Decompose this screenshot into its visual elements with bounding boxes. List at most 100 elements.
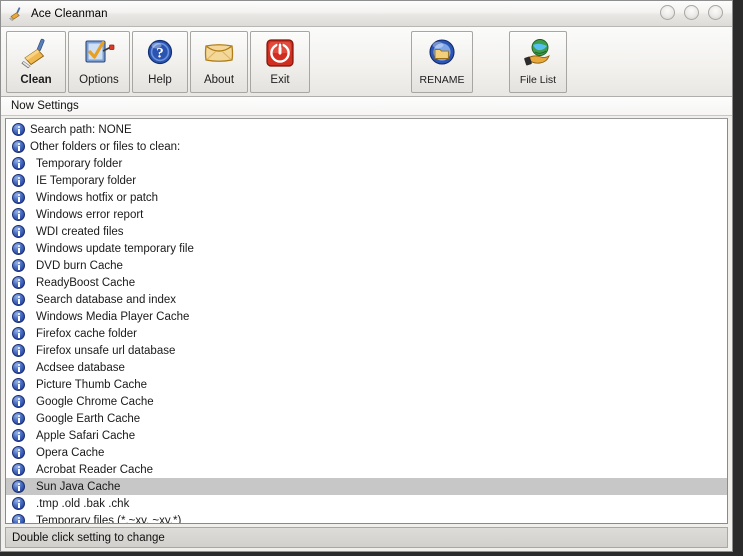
desktop-background-bottom [0,552,743,556]
list-item-label: Google Earth Cache [36,412,141,425]
broom-icon [19,37,53,71]
section-header-label: Now Settings [11,100,79,112]
svg-text:?: ? [156,46,164,62]
info-icon [12,225,25,238]
info-icon [12,395,25,408]
options-button-label: Options [79,74,119,86]
list-item-label: Firefox unsafe url database [36,344,176,357]
list-item[interactable]: Temporary folder [6,155,727,172]
window-title: Ace Cleanman [31,7,108,20]
list-item[interactable]: Windows Media Player Cache [6,308,727,325]
toolbar: Clean Options ? Help About Exit RENAME F… [1,27,732,97]
list-item-label: Windows error report [36,208,144,221]
about-button-label: About [203,74,235,86]
envelope-icon [202,37,236,71]
list-item-label: Search path: NONE [30,123,132,136]
info-icon [12,123,25,136]
app-broom-icon [8,6,24,22]
info-icon [12,157,25,170]
list-item-label: ReadyBoost Cache [36,276,136,289]
list-item[interactable]: Google Chrome Cache [6,393,727,410]
list-item[interactable]: Other folders or files to clean: [6,138,727,155]
info-icon [12,310,25,323]
close-button[interactable] [708,5,723,20]
list-item[interactable]: Acdsee database [6,359,727,376]
list-item[interactable]: Search path: NONE [6,121,727,138]
list-item[interactable]: Temporary files (*.~xy, ~xy.*) [6,512,727,524]
info-icon [12,412,25,425]
list-item-label: Windows update temporary file [36,242,194,255]
list-item[interactable]: Picture Thumb Cache [6,376,727,393]
list-item[interactable]: WDI created files [6,223,727,240]
list-item[interactable]: Windows update temporary file [6,240,727,257]
folder-ring-icon [425,37,459,71]
info-icon [12,497,25,510]
exit-button[interactable]: Exit [250,31,310,93]
file-list-button[interactable]: File List [509,31,567,93]
file-list-button-label: File List [519,74,557,86]
info-icon [12,344,25,357]
status-bar-text: Double click setting to change [12,531,165,544]
list-item-label: Temporary folder [36,157,123,170]
list-item[interactable]: Windows error report [6,206,727,223]
application-window: Ace Cleanman Clean Options ? Help About … [0,0,733,552]
list-item-label: WDI created files [36,225,124,238]
list-item[interactable]: .tmp .old .bak .chk [6,495,727,512]
help-button-label: Help [148,74,172,86]
list-item-label: Opera Cache [36,446,105,459]
list-item-label: Picture Thumb Cache [36,378,148,391]
list-item[interactable]: Search database and index [6,291,727,308]
info-icon [12,378,25,391]
list-item[interactable]: Google Earth Cache [6,410,727,427]
settings-list: Search path: NONE Other folders or files … [6,119,727,524]
options-button[interactable]: Options [68,31,130,93]
list-item-label: Windows Media Player Cache [36,310,190,323]
window-controls [660,5,723,20]
list-item-label: Sun Java Cache [36,480,121,493]
list-item-label: Windows hotfix or patch [36,191,159,204]
list-item[interactable]: DVD burn Cache [6,257,727,274]
list-item-label: Temporary files (*.~xy, ~xy.*) [36,514,182,524]
info-icon [12,480,25,493]
list-item-label: Apple Safari Cache [36,429,136,442]
info-icon [12,242,25,255]
info-icon [12,429,25,442]
info-icon [12,191,25,204]
list-item[interactable]: IE Temporary folder [6,172,727,189]
checklist-icon [82,37,116,71]
status-bar: Double click setting to change [5,527,728,548]
info-icon [12,514,25,523]
list-item-label: DVD burn Cache [36,259,123,272]
info-icon [12,446,25,459]
list-item-label: Google Chrome Cache [36,395,154,408]
info-icon [12,140,25,153]
list-item[interactable]: Windows hotfix or patch [6,189,727,206]
list-item[interactable]: Opera Cache [6,444,727,461]
list-item[interactable]: ReadyBoost Cache [6,274,727,291]
list-item-label: IE Temporary folder [36,174,137,187]
list-item-label: .tmp .old .bak .chk [36,497,130,510]
settings-list-panel[interactable]: Search path: NONE Other folders or files … [5,118,728,524]
info-icon [12,259,25,272]
minimize-button[interactable] [660,5,675,20]
info-icon [12,327,25,340]
list-item-label: Other folders or files to clean: [30,140,181,153]
list-item[interactable]: Acrobat Reader Cache [6,461,727,478]
clean-button[interactable]: Clean [6,31,66,93]
list-item[interactable]: Firefox cache folder [6,325,727,342]
info-icon [12,463,25,476]
section-header: Now Settings [1,97,732,116]
title-bar: Ace Cleanman [1,1,732,27]
power-icon [263,37,297,71]
maximize-button[interactable] [684,5,699,20]
desktop-background-right [733,0,743,556]
list-item[interactable]: Apple Safari Cache [6,427,727,444]
about-button[interactable]: About [190,31,248,93]
info-icon [12,276,25,289]
list-item[interactable]: Sun Java Cache [6,478,727,495]
help-button[interactable]: ? Help [132,31,188,93]
info-icon [12,293,25,306]
exit-button-label: Exit [270,74,290,86]
rename-button[interactable]: RENAME [411,31,473,93]
list-item[interactable]: Firefox unsafe url database [6,342,727,359]
